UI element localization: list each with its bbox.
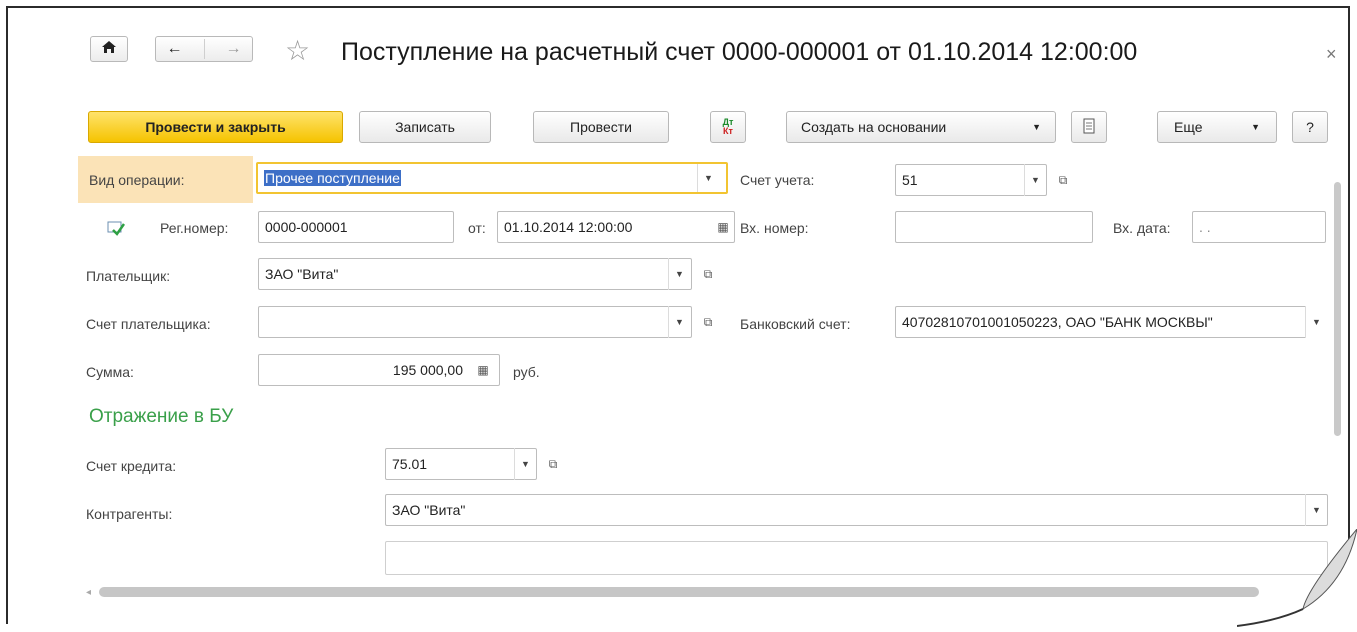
horizontal-scrollbar[interactable] (99, 587, 1259, 597)
operation-type-dropdown[interactable]: ▼ (697, 164, 719, 192)
account-value: 51 (902, 172, 918, 188)
currency-label: руб. (513, 364, 540, 380)
reg-number-field[interactable]: 0000-000001 (258, 211, 454, 243)
payer-account-dropdown[interactable]: ▼ (668, 306, 690, 338)
more-button[interactable]: Еще ▼ (1157, 111, 1277, 143)
in-date-label: Вх. дата: (1113, 220, 1171, 236)
checkmark-icon (107, 220, 126, 239)
account-dropdown[interactable]: ▼ (1024, 164, 1046, 196)
credit-account-value: 75.01 (392, 456, 428, 472)
payer-account-field[interactable] (258, 306, 692, 338)
page-curl-decoration (1236, 528, 1357, 629)
home-button[interactable] (90, 36, 128, 62)
bank-account-value: 40702810701001050223, ОАО "БАНК МОСКВЫ" (902, 314, 1213, 330)
open-icon[interactable]: ⧉ (1052, 164, 1074, 196)
operation-type-value: Прочее поступление (264, 170, 401, 186)
in-date-value: . . (1199, 219, 1211, 235)
amount-field[interactable]: 195 000,00 (258, 354, 500, 386)
star-icon[interactable]: ☆ (285, 34, 310, 67)
counterparties-value: ЗАО "Вита" (392, 502, 466, 518)
open-icon[interactable]: ⧉ (697, 306, 719, 338)
chevron-down-icon: ▼ (1251, 122, 1260, 132)
credit-account-label: Счет кредита: (86, 458, 177, 474)
create-based-label: Создать на основании (801, 119, 947, 135)
history-nav: ← → (155, 36, 253, 62)
payer-dropdown[interactable]: ▼ (668, 258, 690, 290)
close-icon[interactable]: × (1326, 44, 1337, 65)
reg-number-value: 0000-000001 (265, 219, 348, 235)
date-label: от: (468, 220, 486, 236)
in-number-label: Вх. номер: (740, 220, 809, 236)
open-icon[interactable]: ⧉ (697, 258, 719, 290)
help-button[interactable]: ? (1292, 111, 1328, 143)
post-and-close-button[interactable]: Провести и закрыть (88, 111, 343, 143)
in-date-field[interactable]: . . (1192, 211, 1326, 243)
back-icon[interactable]: ← (167, 40, 183, 58)
payer-account-label: Счет плательщика: (86, 316, 211, 332)
post-button[interactable]: Провести (533, 111, 669, 143)
save-button[interactable]: Записать (359, 111, 491, 143)
bank-account-label: Банковский счет: (740, 316, 851, 332)
section-title: Отражение в БУ (89, 406, 234, 427)
payer-field[interactable]: ЗАО "Вита" (258, 258, 692, 290)
page-title: Поступление на расчетный счет 0000-00000… (341, 38, 1138, 66)
chevron-down-icon: ▼ (1032, 122, 1041, 132)
reg-number-label: Рег.номер: (160, 220, 229, 236)
counterparties-dropdown[interactable]: ▼ (1305, 494, 1327, 526)
home-icon (101, 40, 117, 59)
vertical-scrollbar[interactable] (1334, 182, 1341, 436)
more-label: Еще (1174, 119, 1203, 135)
document-icon (1083, 118, 1095, 137)
scroll-left-icon[interactable]: ◂ (86, 587, 91, 598)
amount-value: 195 000,00 (392, 362, 463, 378)
calendar-icon[interactable]: ▦ (712, 211, 734, 243)
dt-kt-icon-bottom: Кт (723, 126, 733, 136)
bank-account-dropdown[interactable]: ▼ (1305, 306, 1327, 338)
dt-kt-button[interactable]: Дт Кт (710, 111, 746, 143)
operation-type-label: Вид операции: (89, 172, 185, 188)
date-value: 01.10.2014 12:00:00 (504, 219, 633, 235)
account-label: Счет учета: (740, 172, 815, 188)
in-number-field[interactable] (895, 211, 1093, 243)
counterparties-field[interactable]: ЗАО "Вита" (385, 494, 1328, 526)
amount-label: Сумма: (86, 364, 134, 380)
nav-divider (203, 39, 205, 59)
payer-label: Плательщик: (86, 268, 171, 284)
calculator-icon[interactable]: ▦ (472, 354, 494, 386)
counterparties-label: Контрагенты: (86, 506, 173, 522)
forward-icon[interactable]: → (226, 40, 242, 58)
date-field[interactable]: 01.10.2014 12:00:00 (497, 211, 735, 243)
counterparty-extra-field[interactable] (385, 541, 1328, 575)
create-based-on-button[interactable]: Создать на основании ▼ (786, 111, 1056, 143)
open-icon[interactable]: ⧉ (542, 448, 564, 480)
print-button[interactable] (1071, 111, 1107, 143)
bank-account-field[interactable]: 40702810701001050223, ОАО "БАНК МОСКВЫ" (895, 306, 1327, 338)
credit-account-dropdown[interactable]: ▼ (514, 448, 536, 480)
payer-value: ЗАО "Вита" (265, 266, 339, 282)
operation-type-field[interactable]: Прочее поступление (256, 162, 728, 194)
